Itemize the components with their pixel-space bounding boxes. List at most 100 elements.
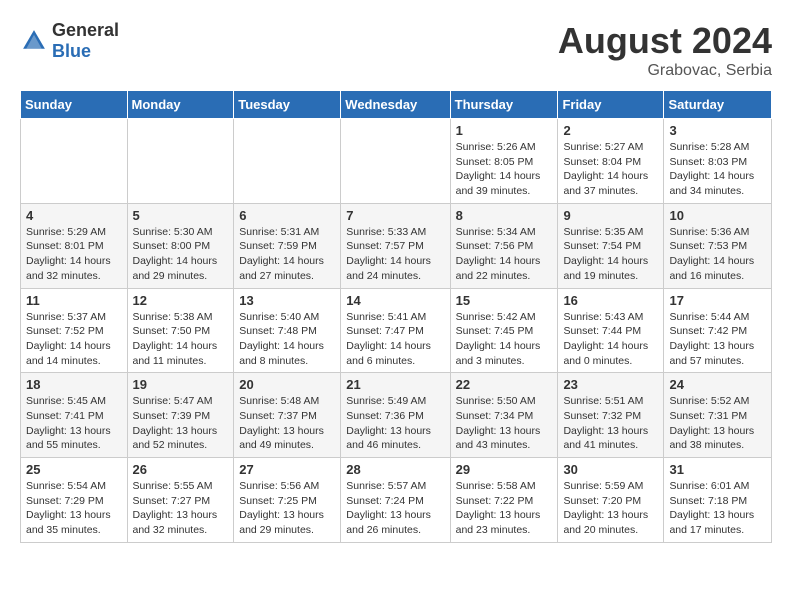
day-number: 20	[239, 377, 335, 392]
weekday-header-row: SundayMondayTuesdayWednesdayThursdayFrid…	[21, 91, 772, 119]
day-cell: 13 Sunrise: 5:40 AM Sunset: 7:48 PM Dayli…	[234, 288, 341, 373]
day-cell: 1 Sunrise: 5:26 AM Sunset: 8:05 PM Daylig…	[450, 119, 558, 204]
day-info: Sunrise: 5:59 AM Sunset: 7:20 PM Dayligh…	[563, 479, 658, 538]
day-cell: 2 Sunrise: 5:27 AM Sunset: 8:04 PM Daylig…	[558, 119, 664, 204]
day-info: Sunrise: 5:33 AM Sunset: 7:57 PM Dayligh…	[346, 225, 444, 284]
day-cell: 11 Sunrise: 5:37 AM Sunset: 7:52 PM Dayli…	[21, 288, 128, 373]
day-info: Sunrise: 5:47 AM Sunset: 7:39 PM Dayligh…	[133, 394, 229, 453]
day-cell: 27 Sunrise: 5:56 AM Sunset: 7:25 PM Dayli…	[234, 458, 341, 543]
day-cell: 22 Sunrise: 5:50 AM Sunset: 7:34 PM Dayli…	[450, 373, 558, 458]
day-cell: 14 Sunrise: 5:41 AM Sunset: 7:47 PM Dayli…	[341, 288, 450, 373]
day-cell: 29 Sunrise: 5:58 AM Sunset: 7:22 PM Dayli…	[450, 458, 558, 543]
week-row-3: 11 Sunrise: 5:37 AM Sunset: 7:52 PM Dayli…	[21, 288, 772, 373]
day-cell	[234, 119, 341, 204]
day-info: Sunrise: 5:51 AM Sunset: 7:32 PM Dayligh…	[563, 394, 658, 453]
day-number: 13	[239, 293, 335, 308]
logo: General Blue	[20, 20, 119, 62]
day-info: Sunrise: 5:26 AM Sunset: 8:05 PM Dayligh…	[456, 140, 553, 199]
weekday-thursday: Thursday	[450, 91, 558, 119]
day-info: Sunrise: 5:28 AM Sunset: 8:03 PM Dayligh…	[669, 140, 766, 199]
day-cell	[127, 119, 234, 204]
day-number: 3	[669, 123, 766, 138]
week-row-2: 4Sunrise: 5:29 AM Sunset: 8:01 PM Daylig…	[21, 203, 772, 288]
day-cell: 4Sunrise: 5:29 AM Sunset: 8:01 PM Daylig…	[21, 203, 128, 288]
weekday-saturday: Saturday	[664, 91, 772, 119]
day-info: Sunrise: 5:44 AM Sunset: 7:42 PM Dayligh…	[669, 310, 766, 369]
day-number: 11	[26, 293, 122, 308]
day-number: 15	[456, 293, 553, 308]
day-info: Sunrise: 5:49 AM Sunset: 7:36 PM Dayligh…	[346, 394, 444, 453]
day-number: 31	[669, 462, 766, 477]
week-row-5: 25 Sunrise: 5:54 AM Sunset: 7:29 PM Dayli…	[21, 458, 772, 543]
day-cell: 7Sunrise: 5:33 AM Sunset: 7:57 PM Daylig…	[341, 203, 450, 288]
day-info: Sunrise: 5:31 AM Sunset: 7:59 PM Dayligh…	[239, 225, 335, 284]
day-number: 19	[133, 377, 229, 392]
day-info: Sunrise: 5:30 AM Sunset: 8:00 PM Dayligh…	[133, 225, 229, 284]
weekday-tuesday: Tuesday	[234, 91, 341, 119]
calendar-header: SundayMondayTuesdayWednesdayThursdayFrid…	[21, 91, 772, 119]
day-number: 12	[133, 293, 229, 308]
day-info: Sunrise: 5:27 AM Sunset: 8:04 PM Dayligh…	[563, 140, 658, 199]
day-info: Sunrise: 5:58 AM Sunset: 7:22 PM Dayligh…	[456, 479, 553, 538]
day-number: 14	[346, 293, 444, 308]
day-cell: 31 Sunrise: 6:01 AM Sunset: 7:18 PM Dayli…	[664, 458, 772, 543]
day-info: Sunrise: 5:36 AM Sunset: 7:53 PM Dayligh…	[669, 225, 766, 284]
day-number: 29	[456, 462, 553, 477]
day-info: Sunrise: 5:50 AM Sunset: 7:34 PM Dayligh…	[456, 394, 553, 453]
day-number: 1	[456, 123, 553, 138]
day-info: Sunrise: 5:57 AM Sunset: 7:24 PM Dayligh…	[346, 479, 444, 538]
day-number: 18	[26, 377, 122, 392]
week-row-4: 18 Sunrise: 5:45 AM Sunset: 7:41 PM Dayli…	[21, 373, 772, 458]
day-cell: 24Sunrise: 5:52 AM Sunset: 7:31 PM Dayli…	[664, 373, 772, 458]
day-info: Sunrise: 5:41 AM Sunset: 7:47 PM Dayligh…	[346, 310, 444, 369]
day-info: Sunrise: 5:38 AM Sunset: 7:50 PM Dayligh…	[133, 310, 229, 369]
day-cell: 5 Sunrise: 5:30 AM Sunset: 8:00 PM Daylig…	[127, 203, 234, 288]
day-number: 8	[456, 208, 553, 223]
day-number: 21	[346, 377, 444, 392]
day-cell: 19 Sunrise: 5:47 AM Sunset: 7:39 PM Dayli…	[127, 373, 234, 458]
title-block: August 2024 Grabovac, Serbia	[558, 20, 772, 80]
day-info: Sunrise: 5:37 AM Sunset: 7:52 PM Dayligh…	[26, 310, 122, 369]
calendar-table: SundayMondayTuesdayWednesdayThursdayFrid…	[20, 90, 772, 543]
day-number: 27	[239, 462, 335, 477]
page-header: General Blue August 2024 Grabovac, Serbi…	[20, 20, 772, 80]
day-cell: 15 Sunrise: 5:42 AM Sunset: 7:45 PM Dayli…	[450, 288, 558, 373]
day-info: Sunrise: 5:52 AM Sunset: 7:31 PM Dayligh…	[669, 394, 766, 453]
calendar-body: 1 Sunrise: 5:26 AM Sunset: 8:05 PM Daylig…	[21, 119, 772, 543]
day-cell: 8Sunrise: 5:34 AM Sunset: 7:56 PM Daylig…	[450, 203, 558, 288]
day-cell: 12 Sunrise: 5:38 AM Sunset: 7:50 PM Dayli…	[127, 288, 234, 373]
weekday-wednesday: Wednesday	[341, 91, 450, 119]
day-cell: 23Sunrise: 5:51 AM Sunset: 7:32 PM Dayli…	[558, 373, 664, 458]
day-cell: 18 Sunrise: 5:45 AM Sunset: 7:41 PM Dayli…	[21, 373, 128, 458]
day-number: 22	[456, 377, 553, 392]
day-cell: 30Sunrise: 5:59 AM Sunset: 7:20 PM Dayli…	[558, 458, 664, 543]
day-cell: 6 Sunrise: 5:31 AM Sunset: 7:59 PM Daylig…	[234, 203, 341, 288]
day-info: Sunrise: 5:40 AM Sunset: 7:48 PM Dayligh…	[239, 310, 335, 369]
day-number: 26	[133, 462, 229, 477]
day-cell: 21 Sunrise: 5:49 AM Sunset: 7:36 PM Dayli…	[341, 373, 450, 458]
day-info: Sunrise: 5:29 AM Sunset: 8:01 PM Dayligh…	[26, 225, 122, 284]
day-cell: 16Sunrise: 5:43 AM Sunset: 7:44 PM Dayli…	[558, 288, 664, 373]
day-number: 25	[26, 462, 122, 477]
day-info: Sunrise: 5:48 AM Sunset: 7:37 PM Dayligh…	[239, 394, 335, 453]
day-info: Sunrise: 5:43 AM Sunset: 7:44 PM Dayligh…	[563, 310, 658, 369]
weekday-friday: Friday	[558, 91, 664, 119]
day-cell: 25 Sunrise: 5:54 AM Sunset: 7:29 PM Dayli…	[21, 458, 128, 543]
day-cell: 17Sunrise: 5:44 AM Sunset: 7:42 PM Dayli…	[664, 288, 772, 373]
day-info: Sunrise: 6:01 AM Sunset: 7:18 PM Dayligh…	[669, 479, 766, 538]
day-cell: 9 Sunrise: 5:35 AM Sunset: 7:54 PM Daylig…	[558, 203, 664, 288]
day-info: Sunrise: 5:42 AM Sunset: 7:45 PM Dayligh…	[456, 310, 553, 369]
day-info: Sunrise: 5:45 AM Sunset: 7:41 PM Dayligh…	[26, 394, 122, 453]
logo-general: General	[52, 20, 119, 40]
day-number: 5	[133, 208, 229, 223]
day-info: Sunrise: 5:35 AM Sunset: 7:54 PM Dayligh…	[563, 225, 658, 284]
weekday-sunday: Sunday	[21, 91, 128, 119]
day-number: 28	[346, 462, 444, 477]
day-number: 6	[239, 208, 335, 223]
day-info: Sunrise: 5:54 AM Sunset: 7:29 PM Dayligh…	[26, 479, 122, 538]
day-number: 2	[563, 123, 658, 138]
day-number: 9	[563, 208, 658, 223]
day-cell: 10Sunrise: 5:36 AM Sunset: 7:53 PM Dayli…	[664, 203, 772, 288]
day-info: Sunrise: 5:56 AM Sunset: 7:25 PM Dayligh…	[239, 479, 335, 538]
month-year: August 2024	[558, 20, 772, 62]
